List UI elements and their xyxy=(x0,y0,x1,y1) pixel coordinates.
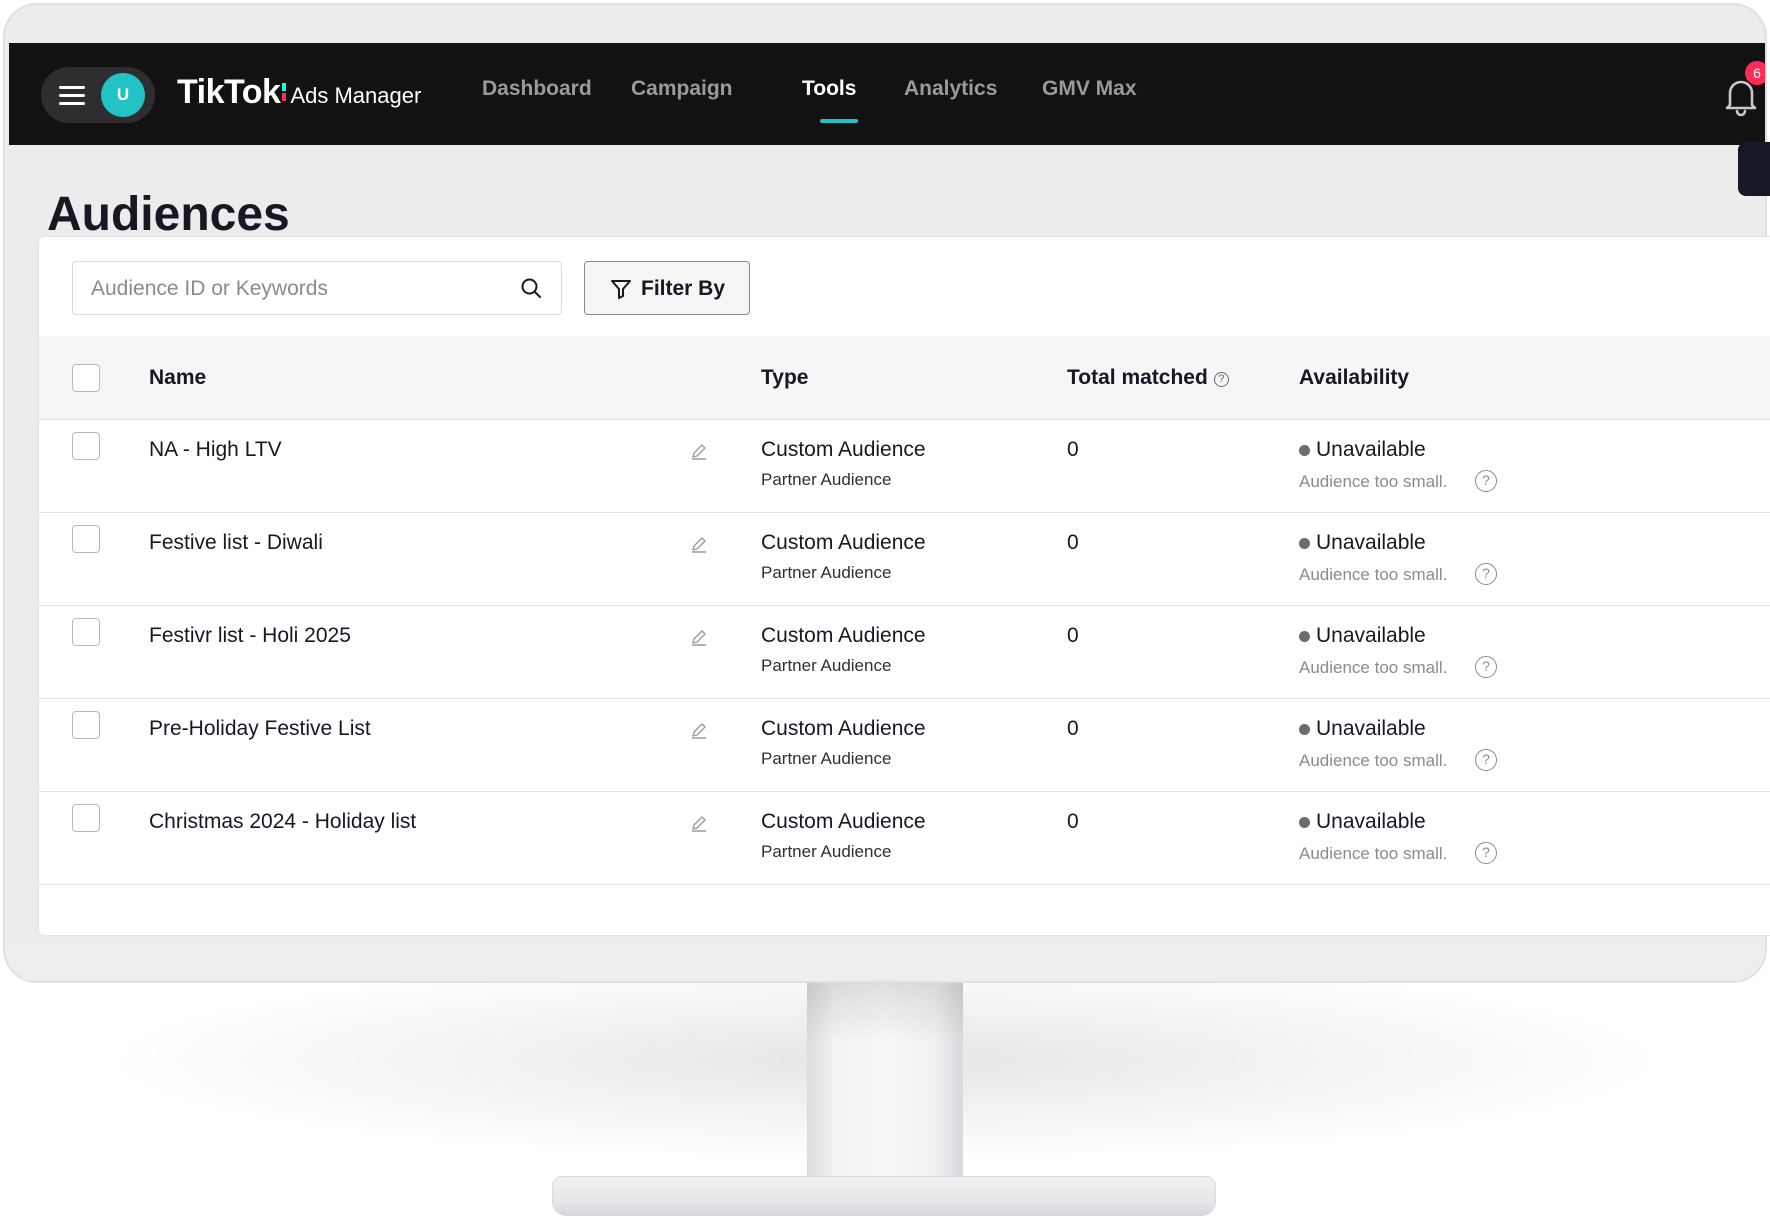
column-header-availability[interactable]: Availability xyxy=(1299,366,1409,390)
filter-button-label: Filter By xyxy=(641,277,726,300)
nav-analytics[interactable]: Analytics xyxy=(904,77,997,101)
availability-reason: Audience too small. xyxy=(1299,844,1448,863)
select-all-checkbox[interactable] xyxy=(72,364,100,392)
total-matched-value: 0 xyxy=(1067,531,1079,554)
nav-dashboard[interactable]: Dashboard xyxy=(482,77,592,101)
column-header-total-matched[interactable]: Total matched? xyxy=(1067,366,1229,390)
table-header: Name Type Total matched? Availability xyxy=(39,336,1770,420)
audience-type: Custom Audience xyxy=(761,531,926,554)
monitor-bezel xyxy=(5,941,1765,981)
search-placeholder: Audience ID or Keywords xyxy=(91,277,328,300)
table-row[interactable]: NA - High LTV Custom Audience Partner Au… xyxy=(39,420,1770,513)
audience-subtype: Partner Audience xyxy=(761,842,892,861)
table-row[interactable]: Pre-Holiday Festive List Custom Audience… xyxy=(39,699,1770,792)
column-header-name[interactable]: Name xyxy=(149,366,206,390)
availability-reason: Audience too small. xyxy=(1299,472,1448,491)
total-matched-value: 0 xyxy=(1067,810,1079,833)
availability-status: Unavailable xyxy=(1316,717,1426,740)
brand-logo[interactable]: TikTok Ads Manager xyxy=(177,73,421,112)
top-navigation: U TikTok Ads Manager Dashboard Campaign T… xyxy=(9,43,1765,145)
tiktok-logo-mark-icon xyxy=(282,83,287,101)
audience-type: Custom Audience xyxy=(761,717,926,740)
edit-pencil-icon[interactable] xyxy=(690,442,708,460)
audience-type: Custom Audience xyxy=(761,624,926,647)
audience-subtype: Partner Audience xyxy=(761,563,892,582)
audience-subtype: Partner Audience xyxy=(761,656,892,675)
audience-name[interactable]: Christmas 2024 - Holiday list xyxy=(149,810,416,834)
nav-tools[interactable]: Tools xyxy=(802,77,856,101)
status-dot-icon xyxy=(1299,631,1310,642)
audience-subtype: Partner Audience xyxy=(761,470,892,489)
monitor-stand-shade xyxy=(807,981,963,1041)
audience-subtype: Partner Audience xyxy=(761,749,892,768)
help-icon[interactable]: ? xyxy=(1475,656,1497,678)
help-icon[interactable]: ? xyxy=(1475,749,1497,771)
search-input[interactable]: Audience ID or Keywords xyxy=(72,261,562,315)
column-header-type[interactable]: Type xyxy=(761,366,808,390)
help-icon[interactable]: ? xyxy=(1475,563,1497,585)
product-name: Ads Manager xyxy=(290,83,422,108)
audience-name[interactable]: Festivr list - Holi 2025 xyxy=(149,624,351,648)
audience-name[interactable]: NA - High LTV xyxy=(149,438,282,462)
availability-reason: Audience too small. xyxy=(1299,658,1448,677)
availability-status: Unavailable xyxy=(1316,624,1426,647)
help-icon[interactable]: ? xyxy=(1475,842,1497,864)
edit-pencil-icon[interactable] xyxy=(690,628,708,646)
status-dot-icon xyxy=(1299,817,1310,828)
avatar[interactable]: U xyxy=(101,73,145,117)
nav-campaign[interactable]: Campaign xyxy=(631,77,733,101)
hamburger-menu-icon[interactable] xyxy=(59,86,85,105)
status-dot-icon xyxy=(1299,538,1310,549)
audience-type: Custom Audience xyxy=(761,438,926,461)
total-matched-value: 0 xyxy=(1067,717,1079,740)
filter-icon xyxy=(611,280,631,299)
total-matched-value: 0 xyxy=(1067,438,1079,461)
column-header-total-matched-label: Total matched xyxy=(1067,366,1208,389)
help-icon[interactable]: ? xyxy=(1213,372,1229,387)
availability-reason: Audience too small. xyxy=(1299,751,1448,770)
notification-badge: 6 xyxy=(1745,61,1765,85)
active-tab-indicator xyxy=(820,119,858,123)
row-checkbox[interactable] xyxy=(72,804,100,832)
row-checkbox[interactable] xyxy=(72,618,100,646)
total-matched-value: 0 xyxy=(1067,624,1079,647)
page-title: Audiences xyxy=(47,188,290,241)
availability-reason: Audience too small. xyxy=(1299,565,1448,584)
nav-gmv-max[interactable]: GMV Max xyxy=(1042,77,1137,101)
create-audience-button[interactable] xyxy=(1738,142,1770,196)
audience-name[interactable]: Festive list - Diwali xyxy=(149,531,323,555)
availability-status: Unavailable xyxy=(1316,531,1426,554)
availability-status: Unavailable xyxy=(1316,438,1426,461)
audience-name[interactable]: Pre-Holiday Festive List xyxy=(149,717,371,741)
table-row[interactable]: Christmas 2024 - Holiday list Custom Aud… xyxy=(39,792,1770,885)
edit-pencil-icon[interactable] xyxy=(690,814,708,832)
monitor-stand-base xyxy=(552,1176,1216,1216)
filter-button[interactable]: Filter By xyxy=(584,261,750,315)
table-row[interactable]: Festivr list - Holi 2025 Custom Audience… xyxy=(39,606,1770,699)
edit-pencil-icon[interactable] xyxy=(690,535,708,553)
row-checkbox[interactable] xyxy=(72,711,100,739)
availability-status: Unavailable xyxy=(1316,810,1426,833)
help-icon[interactable]: ? xyxy=(1475,470,1497,492)
table-row[interactable]: Festive list - Diwali Custom Audience Pa… xyxy=(39,513,1770,606)
account-menu-button[interactable]: U xyxy=(41,67,155,123)
audience-type: Custom Audience xyxy=(761,810,926,833)
brand-name: TikTok xyxy=(177,73,281,111)
status-dot-icon xyxy=(1299,724,1310,735)
status-dot-icon xyxy=(1299,445,1310,456)
row-checkbox[interactable] xyxy=(72,432,100,460)
edit-pencil-icon[interactable] xyxy=(690,721,708,739)
search-icon[interactable] xyxy=(519,276,543,300)
row-checkbox[interactable] xyxy=(72,525,100,553)
